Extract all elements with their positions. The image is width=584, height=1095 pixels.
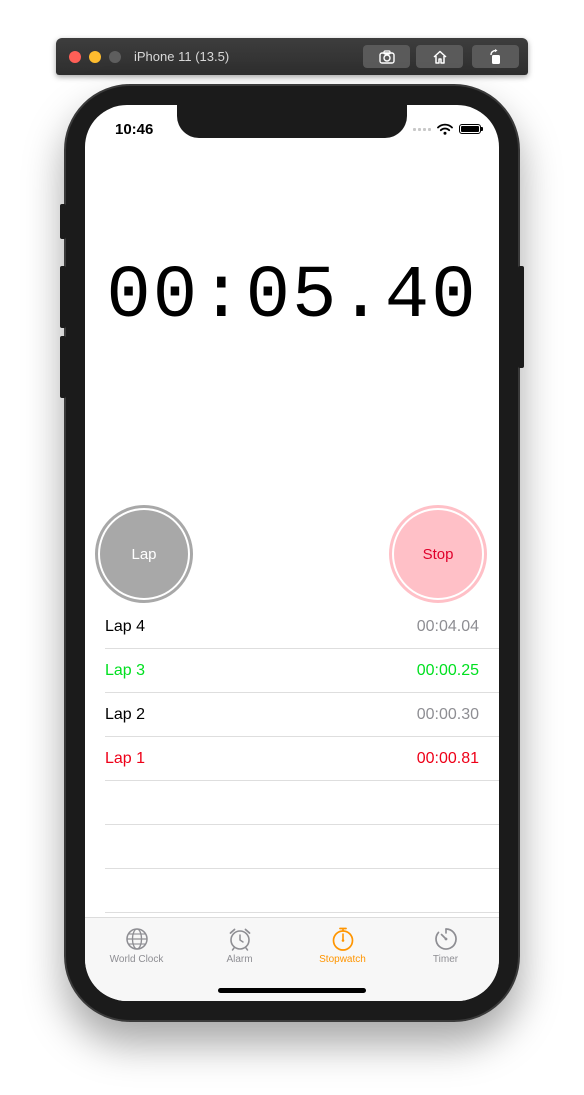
volume-up-button xyxy=(60,266,66,328)
battery-icon xyxy=(459,124,483,134)
lap-list[interactable]: Lap 4 00:04.04 Lap 3 00:00.25 Lap 2 00:0… xyxy=(105,605,499,913)
lap-time: 00:00.81 xyxy=(416,749,479,767)
empty-row xyxy=(105,781,499,825)
silent-switch xyxy=(60,204,66,239)
lap-row: Lap 4 00:04.04 xyxy=(105,605,499,649)
volume-down-button xyxy=(60,336,66,398)
status-icons xyxy=(413,123,483,135)
simulator-titlebar: iPhone 11 (13.5) xyxy=(56,38,528,75)
tab-alarm[interactable]: Alarm xyxy=(188,926,291,965)
phone-screen: 10:46 00:05.40 Lap Stop Lap 4 00:04.04 L… xyxy=(85,105,499,1001)
notch xyxy=(177,105,407,138)
lap-row-best: Lap 3 00:00.25 xyxy=(105,649,499,693)
tab-label: Stopwatch xyxy=(319,954,366,965)
lap-row: Lap 2 00:00.30 xyxy=(105,693,499,737)
home-icon xyxy=(432,50,447,64)
tab-timer[interactable]: Timer xyxy=(394,926,497,965)
lap-label: Lap 3 xyxy=(105,661,146,679)
lap-time: 00:00.25 xyxy=(416,661,479,679)
status-time: 10:46 xyxy=(115,121,154,138)
rotate-icon xyxy=(489,48,500,64)
lap-row-worst: Lap 1 00:00.81 xyxy=(105,737,499,781)
lap-time: 00:00.30 xyxy=(416,705,479,723)
home-indicator[interactable] xyxy=(218,988,366,993)
cellular-signal-icon xyxy=(413,127,431,131)
window-title: iPhone 11 (13.5) xyxy=(134,49,230,64)
stop-button-label: Stop xyxy=(394,510,482,598)
close-window-button[interactable] xyxy=(69,51,81,63)
lap-label: Lap 4 xyxy=(105,617,146,635)
screenshot-button[interactable] xyxy=(363,45,410,68)
tab-label: Timer xyxy=(432,954,459,965)
lap-button[interactable]: Lap xyxy=(95,505,193,603)
wifi-icon xyxy=(437,123,453,135)
tab-stopwatch[interactable]: Stopwatch xyxy=(291,926,394,965)
empty-row xyxy=(105,825,499,869)
stopwatch-icon xyxy=(332,927,353,951)
zoom-window-button[interactable] xyxy=(109,51,121,63)
empty-row xyxy=(105,869,499,913)
tab-label: World Clock xyxy=(109,954,164,965)
screenshot-icon xyxy=(378,49,395,64)
side-power-button xyxy=(518,266,524,368)
lap-time: 00:04.04 xyxy=(416,617,479,635)
alarm-clock-icon xyxy=(229,928,250,951)
tab-label: Alarm xyxy=(226,954,253,965)
lap-label: Lap 2 xyxy=(105,705,146,723)
stop-button[interactable]: Stop xyxy=(389,505,487,603)
minimize-window-button[interactable] xyxy=(89,51,101,63)
home-button[interactable] xyxy=(416,45,463,68)
tab-world-clock[interactable]: World Clock xyxy=(85,926,188,965)
lap-label: Lap 1 xyxy=(105,749,146,767)
rotate-button[interactable] xyxy=(472,45,519,68)
timer-icon xyxy=(434,928,457,950)
lap-button-label: Lap xyxy=(100,510,188,598)
elapsed-time-display: 00:05.40 xyxy=(106,255,478,339)
globe-icon xyxy=(125,928,148,950)
